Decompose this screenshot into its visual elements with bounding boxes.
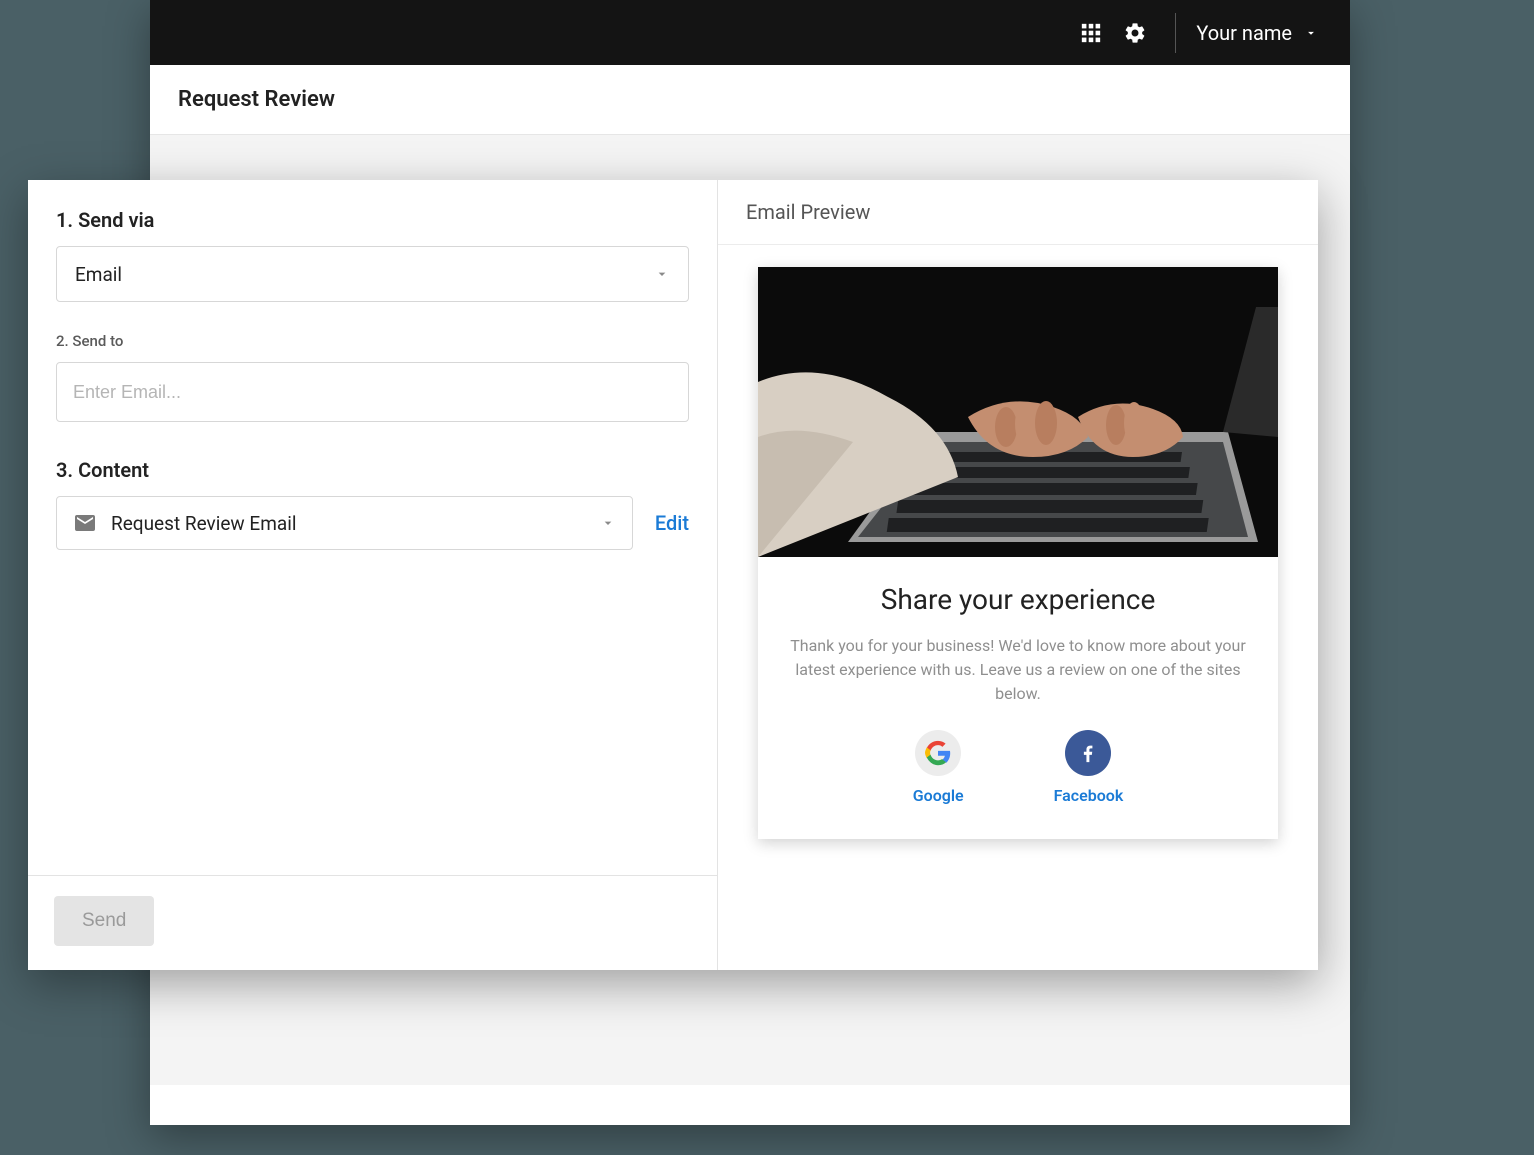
content-select[interactable]: Request Review Email [56, 496, 633, 550]
topbar-divider [1175, 13, 1176, 53]
email-content: Share your experience Thank you for your… [758, 557, 1278, 839]
form-pane: 1. Send via Email 2. Send to 3. Content … [28, 180, 718, 970]
email-hero-image [758, 267, 1278, 557]
apps-icon[interactable] [1069, 11, 1113, 55]
send-via-value: Email [75, 263, 122, 286]
content-row: Request Review Email Edit [56, 496, 689, 550]
send-to-field-wrapper [56, 362, 689, 422]
user-menu[interactable]: Your name [1188, 21, 1326, 45]
google-icon [915, 730, 961, 776]
review-site-facebook[interactable]: Facebook [1054, 730, 1124, 805]
step1-label: 1. Send via [56, 208, 689, 232]
send-to-input[interactable] [73, 382, 672, 403]
google-label: Google [913, 786, 964, 805]
user-name-label: Your name [1196, 21, 1292, 45]
send-via-select[interactable]: Email [56, 246, 689, 302]
footer-bar: Send [28, 875, 717, 970]
preview-pane: Email Preview [718, 180, 1318, 970]
review-site-google[interactable]: Google [913, 730, 964, 805]
gear-icon[interactable] [1113, 11, 1157, 55]
email-icon [73, 511, 97, 535]
step2-label: 2. Send to [56, 332, 689, 350]
send-button[interactable]: Send [54, 896, 154, 946]
step3-label: 3. Content [56, 458, 689, 482]
request-review-panel: 1. Send via Email 2. Send to 3. Content … [28, 180, 1318, 970]
preview-header: Email Preview [718, 180, 1318, 245]
email-title: Share your experience [786, 583, 1250, 616]
facebook-icon [1065, 730, 1111, 776]
edit-link[interactable]: Edit [655, 511, 689, 535]
preview-body: Share your experience Thank you for your… [718, 245, 1318, 970]
page-title-bar: Request Review [150, 65, 1350, 135]
form-area: 1. Send via Email 2. Send to 3. Content … [28, 180, 717, 875]
email-body-text: Thank you for your business! We'd love t… [786, 634, 1250, 706]
chevron-down-icon [654, 266, 670, 282]
review-sites: Google Facebook [786, 730, 1250, 805]
content-value: Request Review Email [111, 512, 296, 535]
page-title: Request Review [178, 87, 335, 112]
chevron-down-icon [1304, 26, 1318, 40]
email-card: Share your experience Thank you for your… [758, 267, 1278, 839]
chevron-down-icon [600, 515, 616, 531]
facebook-label: Facebook [1054, 786, 1124, 805]
top-bar: Your name [150, 0, 1350, 65]
